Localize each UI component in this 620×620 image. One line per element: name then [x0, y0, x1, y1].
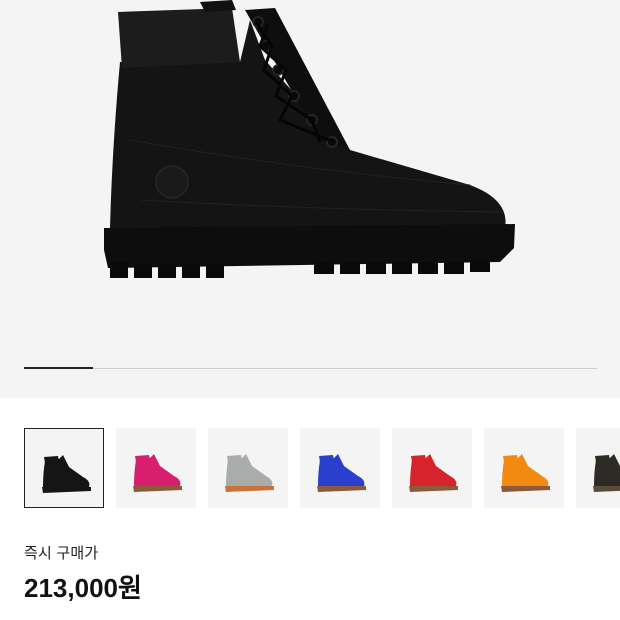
color-thumbnail[interactable] [484, 428, 564, 508]
price-label: 즉시 구매가 [24, 545, 99, 562]
boot-icon [593, 454, 620, 492]
color-thumbnail-list [24, 428, 620, 508]
color-thumbnail[interactable] [300, 428, 380, 508]
boot-icon [133, 454, 182, 492]
price-value: 213,000원 [24, 573, 142, 603]
boot-icon [501, 454, 550, 492]
boot-icon [42, 455, 91, 493]
color-thumbnail[interactable] [392, 428, 472, 508]
color-thumbnail[interactable] [116, 428, 196, 508]
boot-icon [317, 454, 366, 492]
boot-icon [104, 0, 515, 278]
image-progress-indicator [24, 367, 93, 369]
boot-icon [409, 454, 458, 492]
color-thumbnail[interactable] [576, 428, 620, 508]
image-progress-track [24, 367, 597, 369]
product-image-area[interactable] [0, 0, 620, 398]
color-thumbnail[interactable] [208, 428, 288, 508]
tree-logo-icon [155, 165, 189, 199]
color-thumbnail[interactable] [24, 428, 104, 508]
boot-icon [225, 454, 274, 492]
